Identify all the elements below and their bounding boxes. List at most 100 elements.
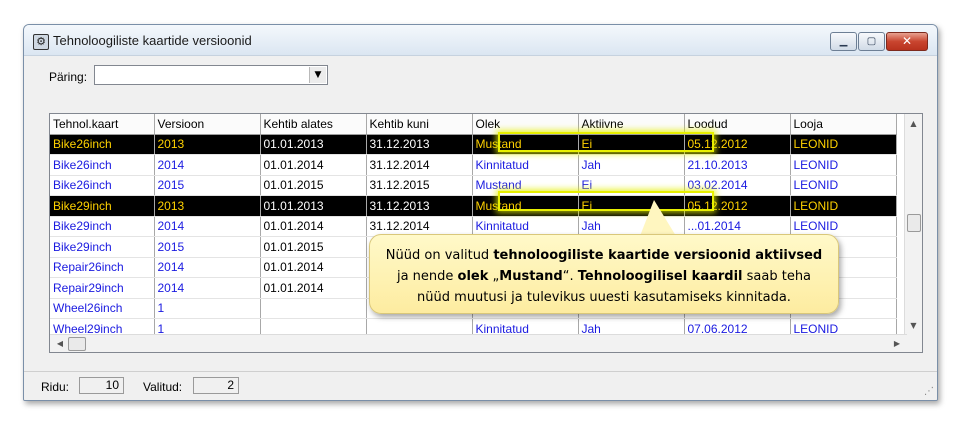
table-cell[interactable]: Mustand <box>472 195 579 217</box>
table-cell[interactable]: Bike26inch <box>50 175 155 196</box>
table-cell[interactable]: Kinnitatud <box>472 154 579 176</box>
callout-bold-text: olek <box>457 269 489 284</box>
versions-grid: Tehnol.kaart Versioon Kehtib alates Kehtib … <box>49 113 923 353</box>
scroll-right-icon[interactable]: ▶ <box>889 335 905 352</box>
callout-line-1: Nüüd on valitud tehnoloogiliste kaartide… <box>380 245 828 266</box>
table-cell[interactable]: Ei <box>578 175 685 196</box>
callout-text: ja nende <box>396 269 458 284</box>
table-cell[interactable]: Bike29inch <box>50 236 155 258</box>
table-cell[interactable]: 1 <box>154 298 261 319</box>
column-header[interactable]: Loodud <box>684 114 791 135</box>
query-dropdown[interactable]: ▼ <box>94 65 328 85</box>
minimize-icon: ▁ <box>839 36 848 47</box>
selected-label: Valitud: <box>143 380 183 394</box>
scroll-down-icon[interactable]: ▼ <box>905 318 922 334</box>
vertical-scrollbar[interactable]: ▲ ▼ <box>904 114 922 352</box>
window-title: Tehnoloogiliste kaartide versioonid <box>53 33 252 48</box>
scroll-up-icon[interactable]: ▲ <box>905 116 922 132</box>
column-header[interactable]: Kehtib kuni <box>366 114 473 135</box>
table-cell[interactable]: Repair26inch <box>50 257 155 278</box>
callout-text: „ <box>488 269 500 284</box>
callout-text: saab teha <box>742 269 812 284</box>
table-cell[interactable]: 01.01.2013 <box>260 134 367 155</box>
column-header[interactable]: Kehtib alates <box>260 114 367 135</box>
table-cell[interactable]: Ei <box>578 134 685 155</box>
table-cell[interactable]: Bike29inch <box>50 195 155 217</box>
table-cell[interactable]: 01.01.2015 <box>260 236 367 258</box>
selected-count: 2 <box>193 377 239 394</box>
table-cell[interactable]: Bike26inch <box>50 154 155 176</box>
column-header[interactable]: Olek <box>472 114 579 135</box>
app-window-icon[interactable]: ⚙ <box>33 34 49 50</box>
table-cell[interactable]: 2014 <box>154 154 261 176</box>
table-cell[interactable]: Bike29inch <box>50 216 155 237</box>
table-cell[interactable]: Mustand <box>472 134 579 155</box>
table-cell[interactable]: 2014 <box>154 277 261 299</box>
column-header[interactable]: Looja <box>790 114 897 135</box>
table-cell[interactable]: 01.01.2014 <box>260 154 367 176</box>
table-cell[interactable] <box>260 298 367 319</box>
vertical-scroll-thumb[interactable] <box>907 214 921 232</box>
title-bar[interactable]: ⚙ Tehnoloogiliste kaartide versioonid ▁ … <box>24 25 937 56</box>
callout-text: Nüüd on valitud <box>385 248 494 263</box>
main-window: ⚙ Tehnoloogiliste kaartide versioonid ▁ … <box>23 24 938 401</box>
table-cell[interactable]: 01.01.2013 <box>260 195 367 217</box>
table-cell[interactable]: 01.01.2015 <box>260 175 367 196</box>
table-cell[interactable]: 31.12.2013 <box>366 134 473 155</box>
table-cell[interactable]: 31.12.2014 <box>366 154 473 176</box>
callout-line-3: nüüd muutusi ja tulevikus uuesti kasutam… <box>417 290 791 305</box>
table-row[interactable]: Bike26inch 2013 01.01.2013 31.12.2013 Mustan… <box>50 134 897 155</box>
callout-bold-text: Mustand <box>499 269 563 284</box>
horizontal-scrollbar[interactable]: ◀ ▶ <box>50 334 907 352</box>
table-cell[interactable]: 31.12.2015 <box>366 175 473 196</box>
close-icon: ✕ <box>901 34 913 48</box>
table-cell[interactable]: 03.02.2014 <box>684 175 791 196</box>
table-cell[interactable]: 2015 <box>154 175 261 196</box>
status-bar: Ridu: 10 Valitud: 2 ⋰ <box>24 371 937 400</box>
callout-text: “. <box>562 269 578 284</box>
table-header-row: Tehnol.kaart Versioon Kehtib alates Kehtib … <box>50 114 897 135</box>
close-button[interactable]: ✕ <box>886 32 928 51</box>
callout-bold-text: tehnoloogiliste kaartide versioonid akti… <box>493 248 823 263</box>
minimize-button[interactable]: ▁ <box>830 32 857 51</box>
table-cell[interactable]: 01.01.2014 <box>260 257 367 278</box>
column-header[interactable]: Aktiivne <box>578 114 685 135</box>
maximize-icon: ▢ <box>866 36 877 47</box>
table-cell[interactable]: Repair29inch <box>50 277 155 299</box>
table-cell[interactable]: Wheel26inch <box>50 298 155 319</box>
rows-label: Ridu: <box>41 380 70 394</box>
scroll-left-icon[interactable]: ◀ <box>52 335 68 352</box>
table-cell[interactable]: LEONID <box>790 154 897 176</box>
callout-pointer <box>640 200 676 236</box>
table-cell[interactable]: 2014 <box>154 257 261 278</box>
callout-bold-text: Tehnoloogilisel kaardil <box>577 269 743 284</box>
table-cell[interactable]: 2013 <box>154 195 261 217</box>
table-cell[interactable]: 2013 <box>154 134 261 155</box>
table-row[interactable]: Bike26inch 2014 01.01.2014 31.12.2014 Kinnit… <box>50 154 897 176</box>
table-cell[interactable]: 21.10.2013 <box>684 154 791 176</box>
rows-count: 10 <box>79 377 124 394</box>
column-header[interactable]: Tehnol.kaart <box>50 114 155 135</box>
table-cell[interactable]: 31.12.2013 <box>366 195 473 217</box>
info-callout: Nüüd on valitud tehnoloogiliste kaartide… <box>369 234 839 314</box>
table-cell[interactable]: 01.01.2014 <box>260 216 367 237</box>
table-cell[interactable]: Jah <box>578 154 685 176</box>
table-cell[interactable]: 2014 <box>154 216 261 237</box>
chevron-down-icon[interactable]: ▼ <box>309 67 326 83</box>
table-cell[interactable]: 01.01.2014 <box>260 277 367 299</box>
table-row[interactable]: Bike29inch 2013 01.01.2013 31.12.2013 Mustan… <box>50 195 897 217</box>
maximize-button[interactable]: ▢ <box>858 32 885 51</box>
table-cell[interactable]: Bike26inch <box>50 134 155 155</box>
table-cell[interactable]: 2015 <box>154 236 261 258</box>
table-row[interactable]: Bike26inch 2015 01.01.2015 31.12.2015 Mustan… <box>50 175 897 196</box>
table-cell[interactable]: LEONID <box>790 134 897 155</box>
callout-line-2: ja nende olek „Mustand“. Tehnoloogilisel… <box>380 266 828 287</box>
horizontal-scroll-thumb[interactable] <box>68 337 86 351</box>
table-cell[interactable]: 05.12.2012 <box>684 134 791 155</box>
table-cell[interactable]: LEONID <box>790 195 897 217</box>
table-cell[interactable]: LEONID <box>790 175 897 196</box>
column-header[interactable]: Versioon <box>154 114 261 135</box>
table-cell[interactable]: 05.12.2012 <box>684 195 791 217</box>
resize-grip-icon[interactable]: ⋰ <box>924 387 934 397</box>
table-cell[interactable]: Mustand <box>472 175 579 196</box>
